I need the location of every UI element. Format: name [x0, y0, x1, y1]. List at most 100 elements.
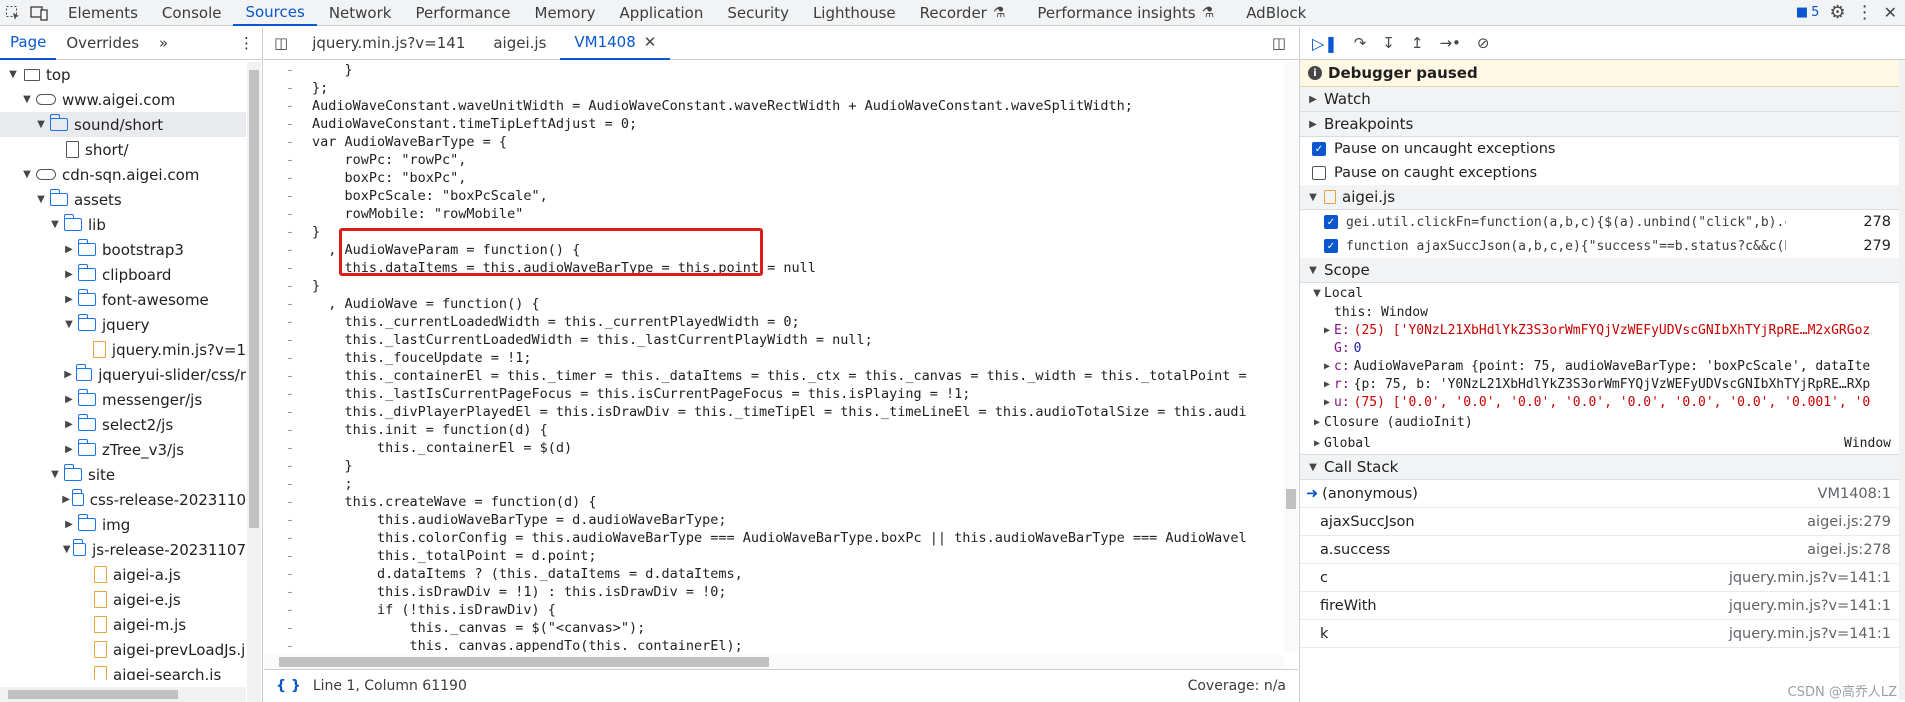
- breakpoint-row[interactable]: ✓ function ajaxSuccJson(a,b,c,e){"success…: [1300, 234, 1905, 258]
- code-line[interactable]: - rowPc: "rowPc",: [264, 152, 1284, 170]
- call-frame[interactable]: c jquery.min.js?v=141:1: [1300, 564, 1905, 592]
- navigator-horizontal-scrollbar[interactable]: [0, 687, 246, 702]
- scope-local-row[interactable]: ▼ Local: [1300, 283, 1905, 303]
- scope-u-row[interactable]: ▶ u: (75) ['0.0', '0.0', '0.0', '0.0', '0.…: [1300, 393, 1905, 411]
- line-gutter[interactable]: -: [264, 440, 312, 458]
- tree-node[interactable]: aigei-e.js: [0, 587, 246, 612]
- code-line[interactable]: - boxPcScale: "boxPcScale",: [264, 188, 1284, 206]
- call-frame[interactable]: k jquery.min.js?v=141:1: [1300, 620, 1905, 648]
- tree-node[interactable]: ▶ select2/js: [0, 412, 246, 437]
- line-gutter[interactable]: -: [264, 476, 312, 494]
- step-into-icon[interactable]: ↧: [1382, 34, 1395, 52]
- tab-overrides[interactable]: Overrides: [56, 27, 149, 60]
- scope-c-row[interactable]: ▶ c: AudioWaveParam {point: 75, audioWaveB…: [1300, 357, 1905, 375]
- tree-node[interactable]: ▼ www.aigei.com: [0, 87, 246, 112]
- checkbox-checked-icon[interactable]: ✓: [1324, 239, 1338, 253]
- line-gutter[interactable]: -: [264, 584, 312, 602]
- line-gutter[interactable]: -: [264, 296, 312, 314]
- tab-console[interactable]: Console: [150, 0, 234, 26]
- tab-memory[interactable]: Memory: [523, 0, 608, 26]
- close-devtools-icon[interactable]: ✕: [1884, 3, 1897, 22]
- inspect-element-icon[interactable]: [0, 0, 26, 26]
- line-gutter[interactable]: -: [264, 548, 312, 566]
- section-watch[interactable]: ▶ Watch: [1300, 87, 1905, 112]
- tab-performance-insights[interactable]: Performance insights: [1025, 0, 1201, 26]
- tab-lighthouse[interactable]: Lighthouse: [801, 0, 908, 26]
- tree-node[interactable]: ▼ jquery: [0, 312, 246, 337]
- code-line[interactable]: - rowMobile: "rowMobile": [264, 206, 1284, 224]
- call-frame[interactable]: ➜ (anonymous) VM1408:1: [1300, 480, 1905, 508]
- issues-badge[interactable]: ■ 5: [1796, 5, 1820, 20]
- code-line[interactable]: - d.dataItems ? (this._dataItems = d.dat…: [264, 566, 1284, 584]
- tree-node[interactable]: ▶ img: [0, 512, 246, 537]
- line-gutter[interactable]: -: [264, 566, 312, 584]
- code-line[interactable]: - this._lastCurrentLoadedWidth = this._l…: [264, 332, 1284, 350]
- navigator-menu-icon[interactable]: ⋮: [239, 34, 262, 52]
- tab-elements[interactable]: Elements: [56, 0, 150, 26]
- code-line[interactable]: - this._canvas = $("<canvas>");: [264, 620, 1284, 638]
- scope-E-row[interactable]: ▶ E: (25) ['Y0NzL21XbHdlYkZ3S3orWmFYQjVzWE…: [1300, 321, 1905, 339]
- code-line[interactable]: - if (!this.isDrawDiv) {: [264, 602, 1284, 620]
- tree-node[interactable]: ▼ site: [0, 462, 246, 487]
- line-gutter[interactable]: -: [264, 278, 312, 296]
- line-gutter[interactable]: -: [264, 206, 312, 224]
- tree-node[interactable]: ▼ sound/short: [0, 112, 246, 137]
- toggle-navigator-icon[interactable]: ◫: [264, 34, 298, 52]
- line-gutter[interactable]: -: [264, 224, 312, 242]
- tree-node[interactable]: ▶ css-release-2023110: [0, 487, 246, 512]
- code-line[interactable]: - var AudioWaveBarType = {: [264, 134, 1284, 152]
- code-line[interactable]: -};: [264, 80, 1284, 98]
- tree-node[interactable]: ▼ js-release-20231107: [0, 537, 246, 562]
- tree-node[interactable]: ▶ bootstrap3: [0, 237, 246, 262]
- code-line[interactable]: - this._containerEl = this._timer = this…: [264, 368, 1284, 386]
- line-gutter[interactable]: -: [264, 458, 312, 476]
- tab-network[interactable]: Network: [317, 0, 404, 26]
- breakpoint-file-header[interactable]: ▼ aigei.js: [1300, 185, 1905, 210]
- more-menu-icon[interactable]: ⋮: [1856, 2, 1874, 23]
- line-gutter[interactable]: -: [264, 98, 312, 116]
- tree-node[interactable]: ▼ assets: [0, 187, 246, 212]
- scope-closure-row[interactable]: ▶ Closure (audioInit): [1300, 411, 1905, 433]
- tree-node[interactable]: aigei-a.js: [0, 562, 246, 587]
- line-gutter[interactable]: -: [264, 368, 312, 386]
- step-over-icon[interactable]: ↷: [1354, 34, 1367, 52]
- checkbox-checked-icon[interactable]: ✓: [1324, 215, 1338, 229]
- tree-node[interactable]: ▶ clipboard: [0, 262, 246, 287]
- call-frame[interactable]: a.success aigei.js:278: [1300, 536, 1905, 564]
- scope-this-row[interactable]: this: Window: [1300, 303, 1905, 321]
- section-scope[interactable]: ▼ Scope: [1300, 258, 1905, 283]
- tab-sources[interactable]: Sources: [233, 0, 317, 26]
- code-line[interactable]: - boxPc: "boxPc",: [264, 170, 1284, 188]
- line-gutter[interactable]: -: [264, 116, 312, 134]
- tree-node[interactable]: ▼ cdn-sqn.aigei.com: [0, 162, 246, 187]
- tab-security[interactable]: Security: [715, 0, 801, 26]
- tree-node[interactable]: ▶ font-awesome: [0, 287, 246, 312]
- code-line[interactable]: - this.init = function(d) {: [264, 422, 1284, 440]
- deactivate-breakpoints-icon[interactable]: ⊘: [1477, 34, 1490, 52]
- line-gutter[interactable]: -: [264, 152, 312, 170]
- code-line[interactable]: - this._divPlayerPlayedEl = this.isDrawD…: [264, 404, 1284, 422]
- section-breakpoints[interactable]: ▶ Breakpoints: [1300, 112, 1905, 137]
- code-line[interactable]: -}: [264, 278, 1284, 296]
- tree-node[interactable]: jquery.min.js?v=1: [0, 337, 246, 362]
- tree-node[interactable]: aigei-m.js: [0, 612, 246, 637]
- code-line[interactable]: - , AudioWave = function() {: [264, 296, 1284, 314]
- tab-application[interactable]: Application: [608, 0, 716, 26]
- code-line[interactable]: - AudioWaveConstant.waveUnitWidth = Audio…: [264, 98, 1284, 116]
- tree-node[interactable]: ▶ zTree_v3/js: [0, 437, 246, 462]
- more-tabs-icon[interactable]: »: [149, 27, 178, 60]
- tree-node[interactable]: ▶ jqueryui-slider/css/r: [0, 362, 246, 387]
- device-toolbar-icon[interactable]: [26, 0, 52, 26]
- close-tab-icon[interactable]: ✕: [644, 33, 657, 51]
- step-icon[interactable]: →•: [1439, 34, 1460, 52]
- pause-caught-row[interactable]: Pause on caught exceptions: [1300, 161, 1905, 185]
- code-line[interactable]: - this.audioWaveBarType = d.audioWaveBar…: [264, 512, 1284, 530]
- pretty-print-icon[interactable]: { }: [264, 678, 313, 694]
- tree-node[interactable]: ▼ top: [0, 62, 246, 87]
- line-gutter[interactable]: -: [264, 530, 312, 548]
- editor-vertical-scrollbar[interactable]: [1284, 62, 1298, 652]
- code-line[interactable]: - this.colorConfig = this.audioWaveBarTy…: [264, 530, 1284, 548]
- line-gutter[interactable]: -: [264, 260, 312, 278]
- call-frame[interactable]: ajaxSuccJson aigei.js:279: [1300, 508, 1905, 536]
- editor-horizontal-scrollbar[interactable]: [264, 655, 1284, 669]
